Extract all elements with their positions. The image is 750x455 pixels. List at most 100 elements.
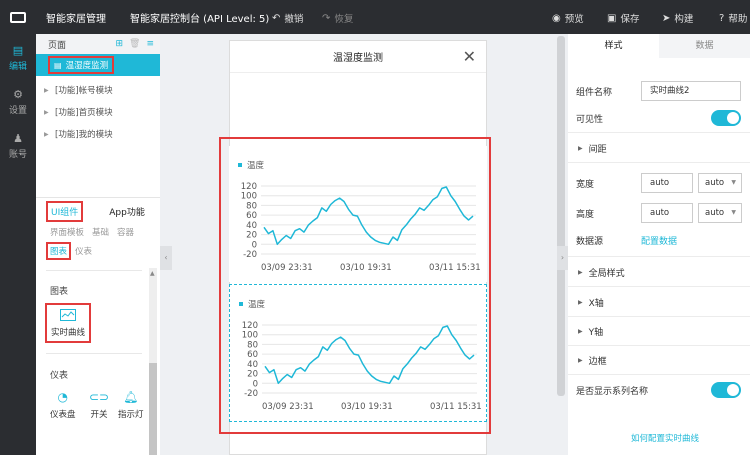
- chart-section-title: 图表: [50, 287, 69, 297]
- redo-label: 恢复: [334, 14, 354, 25]
- spacing-label: 间距: [588, 145, 607, 155]
- expand-icon: ▶: [44, 130, 49, 138]
- tab-app-functions[interactable]: App功能: [109, 205, 145, 218]
- chevron-down-icon: ▼: [731, 179, 736, 186]
- subtab-gauges[interactable]: 仪表: [75, 245, 92, 257]
- visibility-toggle[interactable]: [711, 110, 741, 126]
- show-series-name-toggle[interactable]: [711, 382, 741, 398]
- collapse-left-icon[interactable]: ‹: [160, 246, 172, 270]
- border-label: 边框: [588, 357, 607, 367]
- expand-icon: ▶: [578, 299, 583, 306]
- width-input[interactable]: auto: [641, 173, 693, 193]
- bell-icon: 🔔︎: [123, 390, 139, 404]
- x-axis-section[interactable]: ▶ X轴: [578, 296, 604, 309]
- send-icon: ➤: [662, 12, 671, 24]
- component-panel: UI组件 App功能 界面模板 基础 容器 图表 仪表 图表 实时曲线 仪表 ◔…: [36, 197, 160, 455]
- border-section[interactable]: ▶ 边框: [578, 354, 607, 367]
- redo-icon: ↷: [322, 12, 331, 24]
- spacing-section[interactable]: ▶ 间距: [578, 142, 607, 155]
- width-label: 宽度: [576, 180, 595, 190]
- gauge-label: 仪表盘: [50, 410, 76, 420]
- preview-button[interactable]: ◉ 预览: [552, 11, 584, 26]
- page-item-my-module[interactable]: ▶ [功能]我的模块: [36, 123, 160, 145]
- component-name-input[interactable]: 实时曲线2: [641, 81, 741, 101]
- save-button[interactable]: ▣ 保存: [607, 11, 640, 26]
- rail-item-account[interactable]: ♟ 账号: [0, 132, 36, 160]
- build-label: 构建: [674, 14, 694, 25]
- divider: [568, 374, 750, 375]
- undo-button[interactable]: ↶ 撤销: [272, 11, 303, 26]
- divider: [568, 345, 750, 346]
- canvas-scrollbar[interactable]: [557, 36, 565, 396]
- preview-label: 预览: [564, 14, 584, 25]
- width-unit-select[interactable]: auto ▼: [698, 173, 742, 193]
- width-unit-value: auto: [705, 178, 725, 188]
- indicator-component[interactable]: 🔔︎ 指示灯: [118, 390, 144, 420]
- height-input[interactable]: auto: [641, 203, 693, 223]
- expand-icon: ▶: [578, 269, 583, 276]
- page-item-label: 温湿度监测: [65, 61, 109, 71]
- subtab-basic[interactable]: 基础: [92, 226, 109, 238]
- subtab-charts[interactable]: 图表: [46, 242, 72, 260]
- switch-label: 开关: [90, 410, 108, 420]
- rail-settings-label: 设置: [8, 106, 27, 116]
- help-icon: ?: [719, 12, 725, 24]
- tab-data[interactable]: 数据: [659, 34, 750, 58]
- rail-item-edit[interactable]: ▤ 编辑: [0, 44, 36, 72]
- realtime-curve-icon: [60, 309, 76, 321]
- y-axis-label: Y轴: [588, 328, 604, 338]
- help-realtime-curve-link[interactable]: 如何配置实时曲线: [631, 432, 699, 444]
- y-axis-section[interactable]: ▶ Y轴: [578, 325, 603, 338]
- delete-page-icon[interactable]: 🗑: [129, 39, 140, 49]
- eye-icon: ◉: [552, 12, 561, 24]
- save-label: 保存: [620, 14, 640, 25]
- collapse-right-icon[interactable]: ›: [557, 246, 568, 270]
- global-style-section[interactable]: ▶ 全局样式: [578, 266, 625, 279]
- expand-icon: ▶: [578, 357, 583, 364]
- page-icon: ▤: [54, 60, 62, 70]
- build-button[interactable]: ➤ 构建: [662, 11, 694, 26]
- realtime-curve-component[interactable]: 实时曲线: [45, 303, 91, 343]
- redo-button[interactable]: ↷ 恢复: [322, 11, 354, 26]
- global-style-label: 全局样式: [588, 269, 625, 279]
- list-icon[interactable]: ≡: [146, 39, 154, 49]
- pages-header: 页面 ⊞ 🗑 ≡: [36, 34, 160, 54]
- show-series-name-label: 是否显示系列名称: [576, 387, 649, 397]
- add-page-icon[interactable]: ⊞: [115, 39, 123, 49]
- page-item-home-module[interactable]: ▶ [功能]首页模块: [36, 101, 160, 123]
- divider: [568, 316, 750, 317]
- scroll-up-icon[interactable]: ▲: [150, 270, 155, 277]
- edit-icon: ▤: [12, 44, 24, 57]
- app-title: 智能家居管理: [46, 13, 106, 25]
- subtab-containers[interactable]: 容器: [117, 226, 134, 238]
- height-label: 高度: [576, 210, 595, 220]
- logo: [0, 0, 36, 34]
- component-scrollbar[interactable]: [149, 268, 157, 455]
- phone-header: 温湿度监测 ✕: [230, 41, 486, 73]
- rail-edit-label: 编辑: [8, 62, 27, 72]
- tab-ui-components[interactable]: UI组件: [46, 200, 84, 222]
- height-unit-select[interactable]: auto ▼: [698, 203, 742, 223]
- tab-style[interactable]: 样式: [568, 34, 659, 58]
- gauge-component[interactable]: ◔ 仪表盘: [50, 390, 76, 420]
- subtab-templates[interactable]: 界面模板: [50, 226, 84, 238]
- gauge-section-title: 仪表: [50, 371, 69, 381]
- properties-tabs: 样式 数据: [568, 34, 750, 58]
- close-icon[interactable]: ✕: [463, 47, 476, 66]
- page-item-label: [功能]帐号模块: [55, 86, 113, 96]
- scrollbar-thumb[interactable]: [149, 363, 157, 455]
- help-button[interactable]: ? 帮助: [719, 11, 748, 26]
- help-label: 帮助: [728, 14, 748, 25]
- height-unit-value: auto: [705, 208, 725, 218]
- gear-icon: ⚙: [13, 88, 23, 101]
- page-item-temp-humidity[interactable]: ▤ 温湿度监测: [36, 54, 160, 76]
- selected-page-highlight: ▤ 温湿度监测: [48, 56, 115, 74]
- expand-icon: ▶: [578, 145, 583, 152]
- configure-data-link[interactable]: 配置数据: [641, 234, 677, 247]
- switch-component[interactable]: ⊂⊃ 开关: [89, 390, 109, 420]
- rail-account-label: 账号: [8, 150, 27, 160]
- divider: [46, 353, 142, 354]
- page-item-account-module[interactable]: ▶ [功能]帐号模块: [36, 79, 160, 101]
- rail-item-settings[interactable]: ⚙ 设置: [0, 88, 36, 116]
- chevron-down-icon: ▼: [731, 209, 736, 216]
